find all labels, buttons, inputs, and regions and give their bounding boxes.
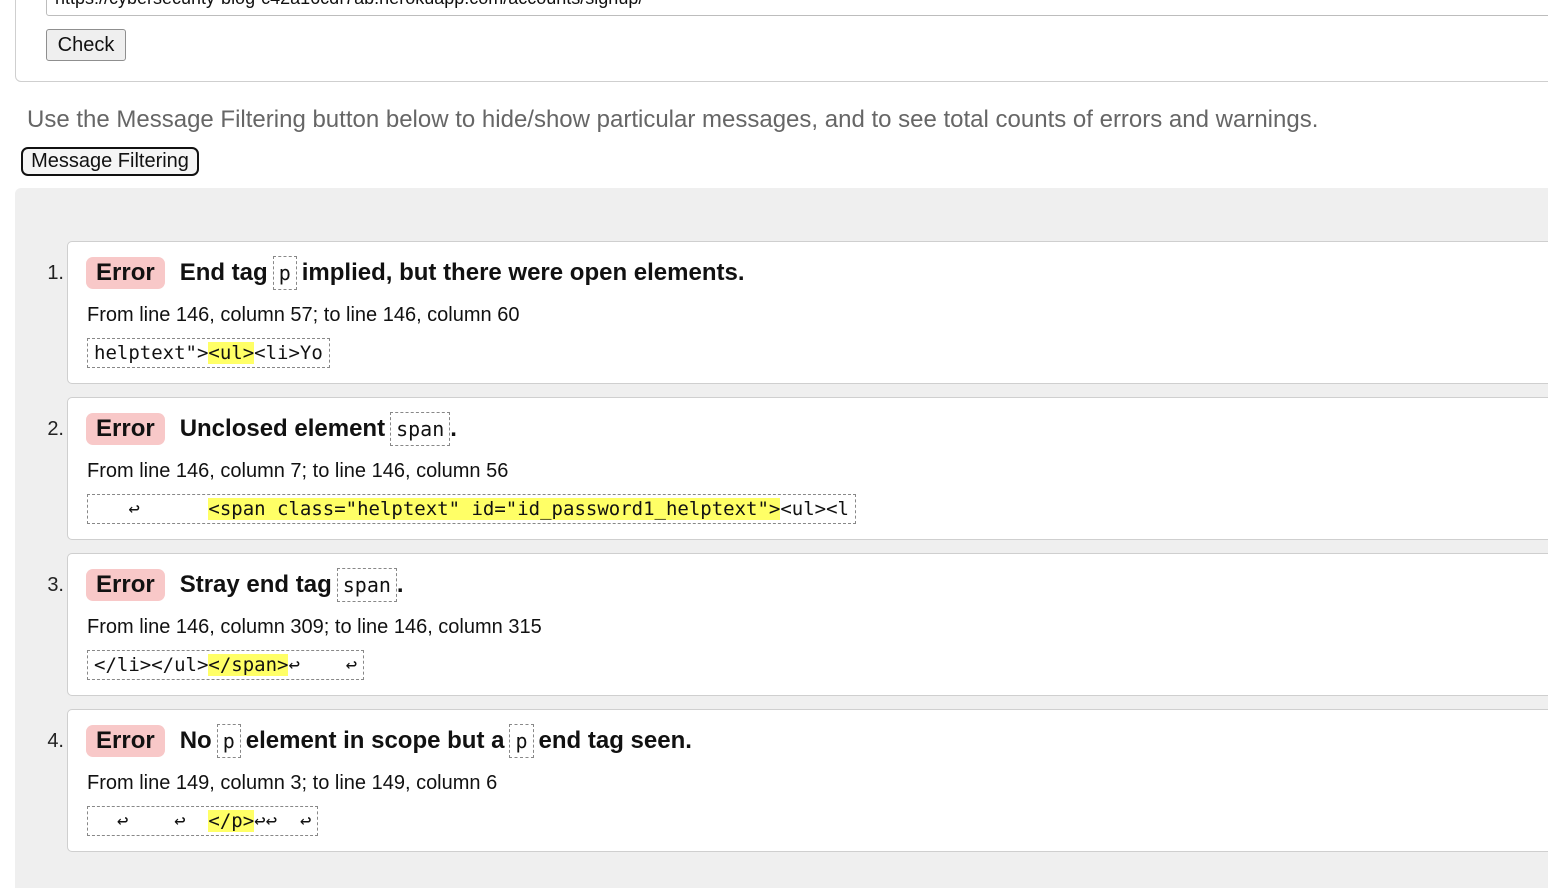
message-text: End tag p implied, but there were open ele… [180, 256, 745, 290]
message-item: 3. Error Stray end tag span. From line 14… [47, 553, 1548, 696]
code-extract: helptext"><ul><li>Yo [87, 338, 330, 368]
filter-info-text: Use the Message Filtering button below t… [27, 106, 1319, 133]
message-number: 2. [47, 418, 64, 440]
message-text-part: element in scope but a [245, 727, 505, 754]
message-item: 4. Error No p element in scope but a p end t… [47, 709, 1548, 852]
message-number: 3. [47, 574, 64, 596]
code-element: p [272, 256, 297, 290]
message-location: From line 146, column 7; to line 146, co… [87, 460, 509, 482]
extract-highlight: </p> [208, 810, 255, 832]
extract-after: <ul><l [780, 498, 849, 520]
code-extract: ↩ ↩ </p>↩↩ ↩ [87, 806, 319, 836]
extract-highlight: <ul> [208, 342, 255, 364]
extract-after: ↩ ↩ [288, 654, 358, 676]
code-extract: ↩ <span class="helptext" id="id_password… [87, 494, 856, 524]
code-element: span [390, 412, 451, 446]
message-location: From line 146, column 57; to line 146, c… [87, 304, 520, 326]
extract-before: ↩ [94, 498, 209, 520]
url-input[interactable]: https://cybersecurity-blog-c42a16cdf7ab.… [46, 0, 1548, 16]
message-heading: Error End tag p implied, but there were op… [86, 256, 745, 290]
message-heading: Error Stray end tag span. [86, 568, 404, 602]
message-heading: Error No p element in scope but a p end tag … [86, 724, 692, 758]
error-badge: Error [86, 413, 165, 445]
message-text-part: No [179, 727, 212, 754]
message-location: From line 149, column 3; to line 149, co… [87, 772, 498, 794]
message-text-part: . [450, 415, 457, 442]
extract-highlight: </span> [208, 654, 289, 676]
message-item: 2. Error Unclosed element span. From line… [47, 397, 1548, 540]
message-text-part: Stray end tag [179, 571, 332, 598]
message-heading: Error Unclosed element span. [86, 412, 457, 446]
message-text: No p element in scope but a p end tag seen. [180, 724, 692, 758]
code-element: p [216, 724, 241, 758]
extract-before: </li></ul> [94, 654, 209, 676]
extract-after: ↩↩ ↩ [254, 810, 312, 832]
message-filtering-button[interactable]: Message Filtering [21, 147, 199, 176]
message-number: 4. [47, 730, 64, 752]
extract-highlight: <span class="helptext" id="id_password1_… [208, 498, 781, 520]
message-location: From line 146, column 309; to line 146, … [87, 616, 542, 638]
extract-before: ↩ ↩ [94, 810, 209, 832]
message-text-part: . [396, 571, 404, 598]
message-text-part: end tag seen. [538, 727, 692, 754]
extract-before: helptext"> [94, 342, 209, 364]
message-number: 1. [47, 262, 64, 284]
code-element: span [336, 568, 397, 602]
message-text-part: Unclosed element [179, 415, 386, 442]
message-text-part: End tag [179, 259, 268, 286]
message-text: Unclosed element span. [180, 412, 457, 446]
code-element: p [509, 724, 534, 758]
check-button[interactable]: Check [46, 29, 126, 61]
error-badge: Error [86, 725, 165, 757]
code-extract: </li></ul></span>↩ ↩ [87, 650, 365, 680]
message-text-part: implied, but there were open elements. [301, 259, 745, 286]
message-text: Stray end tag span. [180, 568, 404, 602]
message-item: 1. Error End tag p implied, but there were… [47, 241, 1548, 384]
error-badge: Error [86, 257, 165, 289]
error-badge: Error [86, 569, 165, 601]
extract-after: <li>Yo [254, 342, 323, 364]
